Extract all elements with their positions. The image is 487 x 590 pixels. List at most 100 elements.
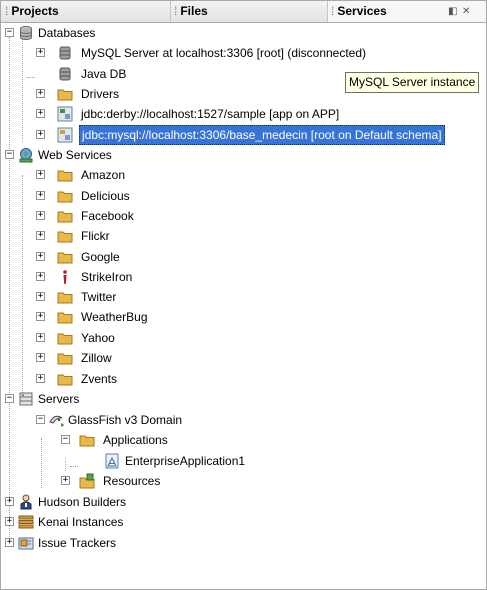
expand-toggle[interactable]: + bbox=[36, 353, 45, 362]
database-server-icon bbox=[59, 67, 71, 81]
tree-label: Java DB bbox=[81, 67, 127, 81]
tree-label: MySQL Server at localhost:3306 [root] (d… bbox=[81, 46, 367, 60]
collapse-toggle[interactable]: − bbox=[61, 435, 70, 444]
folder-icon bbox=[57, 191, 73, 203]
tree-node-ws-google[interactable]: + Google bbox=[1, 247, 486, 267]
expand-toggle[interactable]: + bbox=[36, 333, 45, 342]
expand-toggle[interactable]: + bbox=[36, 130, 45, 139]
tree-label: Issue Trackers bbox=[38, 536, 117, 550]
hudson-butler-icon bbox=[20, 494, 32, 510]
tree-node-ws-zvents[interactable]: + Zvents bbox=[1, 369, 486, 389]
folder-icon bbox=[57, 89, 73, 101]
expand-toggle[interactable]: + bbox=[36, 170, 45, 179]
tree-label: jdbc:derby://localhost:1527/sample [app … bbox=[81, 107, 340, 121]
tree-node-glassfish[interactable]: − GlassFish v3 Domain bbox=[1, 410, 486, 430]
tree-node-ws-amazon[interactable]: + Amazon bbox=[1, 165, 486, 185]
services-panel: ⁞ Projects ⁞ Files ⁞ Services ◧ ✕ − Databas… bbox=[0, 0, 487, 590]
db-connection-icon bbox=[57, 106, 73, 122]
expand-toggle[interactable]: + bbox=[36, 89, 45, 98]
expand-toggle[interactable]: + bbox=[36, 48, 45, 57]
expand-toggle[interactable]: + bbox=[36, 211, 45, 220]
collapse-toggle[interactable]: − bbox=[36, 415, 45, 424]
tree-node-ws-twitter[interactable]: + Twitter bbox=[1, 287, 486, 307]
tree-node-ws-zillow[interactable]: + Zillow bbox=[1, 348, 486, 368]
expand-toggle[interactable]: + bbox=[61, 476, 70, 485]
tree-node-derby-connection[interactable]: + jdbc:derby://localhost:1527/sample [ap… bbox=[1, 104, 486, 124]
expand-toggle[interactable]: + bbox=[36, 312, 45, 321]
tree-node-ws-facebook[interactable]: + Facebook bbox=[1, 206, 486, 226]
tree-node-resources[interactable]: + Resources bbox=[1, 471, 486, 491]
collapse-toggle[interactable]: − bbox=[5, 150, 14, 159]
expand-toggle[interactable]: + bbox=[36, 191, 45, 200]
folder-icon bbox=[57, 374, 73, 386]
tree-label: Hudson Builders bbox=[38, 495, 127, 509]
kenai-icon bbox=[18, 515, 34, 529]
tree-node-ws-weatherbug[interactable]: + WeatherBug bbox=[1, 307, 486, 327]
folder-icon bbox=[57, 292, 73, 304]
expand-toggle[interactable]: + bbox=[36, 109, 45, 118]
resources-icon bbox=[79, 473, 95, 489]
collapse-toggle[interactable]: − bbox=[5, 394, 14, 403]
tree-node-mysql-server[interactable]: + MySQL Server at localhost:3306 [root] … bbox=[1, 43, 486, 63]
expand-toggle[interactable]: + bbox=[5, 517, 14, 526]
tree-label: WeatherBug bbox=[81, 310, 148, 324]
tree-label: Web Services bbox=[38, 148, 112, 162]
expand-toggle[interactable]: + bbox=[36, 231, 45, 240]
folder-open-icon bbox=[79, 435, 95, 447]
tab-files[interactable]: ⁞ Files bbox=[170, 1, 326, 22]
tree-node-databases[interactable]: − Databases bbox=[1, 23, 486, 43]
tree-node-applications[interactable]: − Applications bbox=[1, 430, 486, 450]
expand-toggle[interactable]: + bbox=[36, 252, 45, 261]
tree-node-ws-strikeiron[interactable]: + StrikeIron bbox=[1, 267, 486, 287]
tree-node-hudson[interactable]: + Hudson Builders bbox=[1, 492, 486, 512]
tree-label: Zvents bbox=[81, 372, 118, 386]
minimize-window-icon[interactable]: ◧ bbox=[448, 1, 457, 22]
db-connection-icon bbox=[57, 127, 73, 143]
tree-label: Delicious bbox=[81, 189, 130, 203]
tree-node-mysql-connection[interactable]: + jdbc:mysql://localhost:3306/base_medec… bbox=[1, 125, 486, 145]
tab-grip-icon: ⁞ bbox=[5, 4, 9, 18]
collapse-toggle[interactable]: − bbox=[5, 28, 14, 37]
tree-node-kenai[interactable]: + Kenai Instances bbox=[1, 512, 486, 532]
tab-services-label: Services bbox=[337, 4, 387, 18]
tree-label: Yahoo bbox=[81, 331, 115, 345]
tree-label: Twitter bbox=[81, 290, 117, 304]
tree-label: EnterpriseApplication1 bbox=[125, 454, 246, 468]
folder-icon bbox=[57, 312, 73, 324]
tree-label: Resources bbox=[103, 474, 161, 488]
tree-node-web-services[interactable]: − Web Services bbox=[1, 145, 486, 165]
issue-tracker-icon bbox=[18, 537, 34, 550]
tab-files-label: Files bbox=[180, 4, 208, 18]
tree-node-servers[interactable]: − Servers bbox=[1, 389, 486, 409]
glassfish-server-icon bbox=[49, 415, 65, 427]
tooltip: MySQL Server instance bbox=[345, 72, 480, 93]
tree-label: GlassFish v3 Domain bbox=[68, 413, 183, 427]
expand-toggle[interactable]: + bbox=[36, 374, 45, 383]
database-server-icon bbox=[59, 46, 71, 60]
tree-label: Google bbox=[81, 250, 120, 264]
tree-node-ws-flickr[interactable]: + Flickr bbox=[1, 226, 486, 246]
expand-toggle[interactable]: + bbox=[5, 538, 14, 547]
tree-node-ws-yahoo[interactable]: + Yahoo bbox=[1, 328, 486, 348]
tree-node-issue-trackers[interactable]: + Issue Trackers bbox=[1, 533, 486, 553]
close-icon[interactable]: ✕ bbox=[462, 1, 470, 22]
tree-node-ws-delicious[interactable]: + Delicious bbox=[1, 186, 486, 206]
expand-toggle[interactable]: + bbox=[36, 272, 45, 281]
tree-label: Zillow bbox=[81, 351, 112, 365]
folder-icon bbox=[57, 252, 73, 264]
tree-node-enterprise-app[interactable]: EnterpriseApplication1 bbox=[1, 451, 486, 471]
enterprise-application-icon bbox=[105, 453, 119, 469]
servers-icon bbox=[19, 392, 33, 406]
tree-label: Servers bbox=[38, 392, 80, 406]
tab-bar: ⁞ Projects ⁞ Files ⁞ Services ◧ ✕ bbox=[1, 1, 486, 23]
folder-icon bbox=[57, 211, 73, 223]
database-icon bbox=[20, 26, 32, 40]
tab-grip-icon: ⁞ bbox=[174, 4, 178, 18]
folder-icon bbox=[57, 333, 73, 345]
tree-label: Kenai Instances bbox=[38, 515, 124, 529]
tree-label: Databases bbox=[38, 26, 96, 40]
tab-projects[interactable]: ⁞ Projects bbox=[5, 1, 170, 22]
tree-label: Applications bbox=[103, 433, 168, 447]
expand-toggle[interactable]: + bbox=[5, 497, 14, 506]
expand-toggle[interactable]: + bbox=[36, 292, 45, 301]
